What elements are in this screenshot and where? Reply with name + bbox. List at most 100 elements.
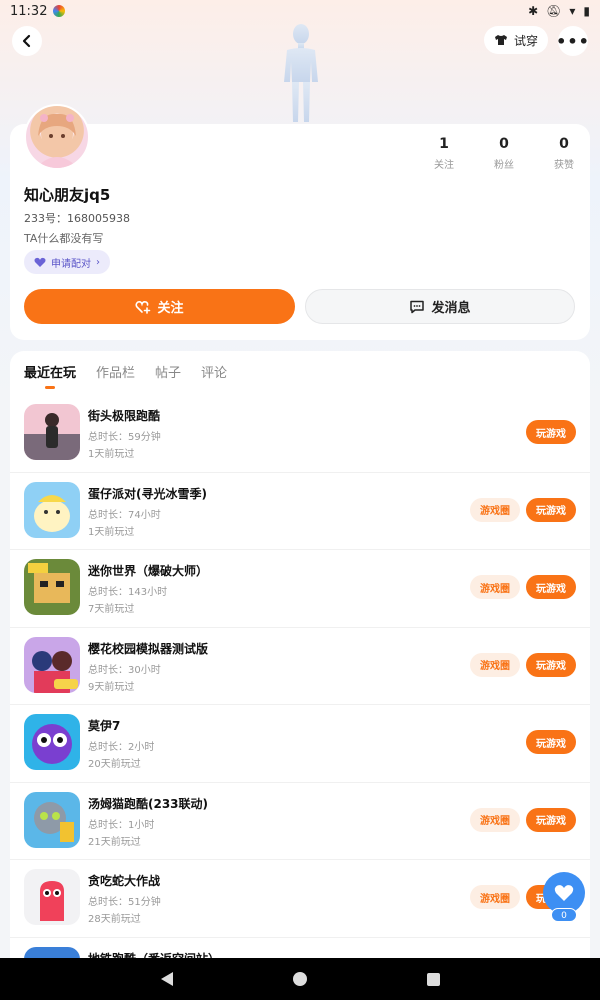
game-name: 樱花校园模拟器测试版	[88, 641, 209, 656]
bluetooth-icon: ✱	[528, 4, 539, 18]
play-game-button[interactable]: 玩游戏	[526, 652, 576, 677]
avatar-illustration	[36, 113, 78, 168]
stat-label: 获赞	[554, 160, 574, 171]
apply-pair-button[interactable]: 申请配对 ›	[24, 250, 110, 274]
game-name: 蛋仔派对(寻光冰雪季)	[88, 486, 207, 501]
like-count-badge: 0	[551, 908, 577, 922]
game-icon-street-parkour	[24, 404, 80, 460]
avatar-3d-figure[interactable]	[270, 22, 332, 124]
apply-pair-label: 申请配对	[51, 258, 91, 270]
stat-following[interactable]: 1 关注	[432, 136, 456, 171]
list-item[interactable]: 贪吃蛇大作战 总时长：51分钟 28天前玩过 游戏圈 玩游戏	[10, 860, 590, 938]
game-name: 莫伊7	[88, 719, 121, 733]
more-button[interactable]: •••	[556, 26, 590, 56]
game-icon-moy-7	[24, 714, 80, 770]
profile-tabs: 最近在玩 作品栏 帖子 评论	[24, 362, 227, 389]
game-duration: 总时长：51分钟	[88, 897, 161, 908]
user-nickname: 知心朋友jq5	[24, 186, 111, 204]
profile-card: 1 关注 0 粉丝 0 获赞 知心朋友jq5 233号：168005938 TA…	[10, 104, 590, 340]
game-circle-button[interactable]: 游戏圈	[470, 575, 520, 599]
user-id: 233号：168005938	[24, 212, 130, 225]
system-nav-bar	[0, 958, 600, 1000]
tab-posts[interactable]: 帖子	[155, 362, 181, 389]
game-last-played: 7天前玩过	[88, 604, 135, 615]
try-on-button[interactable]: 试穿	[483, 26, 548, 54]
shirt-icon	[494, 35, 507, 45]
clock: 11:32	[10, 3, 48, 19]
wifi-icon: ▾	[569, 4, 576, 18]
avatar[interactable]	[24, 104, 90, 170]
nav-home-icon[interactable]	[292, 972, 307, 986]
tab-works[interactable]: 作品栏	[96, 362, 135, 389]
game-duration: 总时长：2小时	[88, 742, 155, 753]
stat-likes[interactable]: 0 获赞	[552, 136, 576, 171]
list-item[interactable]: 蛋仔派对(寻光冰雪季) 总时长：74小时 1天前玩过 游戏圈 玩游戏	[10, 473, 590, 550]
nav-recents-icon[interactable]	[426, 972, 440, 986]
list-item[interactable]: 街头极限跑酷 总时长：59分钟 1天前玩过 玩游戏	[10, 395, 590, 473]
game-last-played: 1天前玩过	[88, 449, 135, 460]
game-name: 迷你世界（爆破大师）	[88, 564, 209, 578]
game-last-played: 28天前玩过	[88, 914, 141, 925]
chevron-left-icon	[22, 34, 31, 48]
game-circle-button[interactable]: 游戏圈	[470, 497, 520, 522]
game-duration: 总时长：30小时	[88, 664, 161, 676]
play-game-button[interactable]: 玩游戏	[526, 730, 576, 754]
game-icon-eggy-party	[24, 481, 80, 538]
game-icon-snake-battle	[24, 869, 80, 925]
stat-value: 0	[499, 136, 509, 152]
game-circle-button[interactable]: 游戏圈	[470, 652, 520, 677]
tab-comments[interactable]: 评论	[201, 362, 227, 389]
game-name: 贪吃蛇大作战	[88, 874, 161, 888]
mute-icon: 🔕︎	[546, 4, 562, 18]
game-duration: 总时长：1小时	[88, 819, 155, 831]
list-item[interactable]: 汤姆猫跑酷(233联动) 总时长：1小时 21天前玩过 游戏圈 玩游戏	[10, 783, 590, 860]
list-item[interactable]: 迷你世界（爆破大师） 总时长：143小时 7天前玩过 游戏圈 玩游戏	[10, 550, 590, 628]
game-last-played: 21天前玩过	[88, 836, 141, 848]
status-icons: ✱ 🔕︎ ▾ ▮	[528, 4, 590, 18]
add-heart-icon	[135, 300, 151, 314]
game-duration: 总时长：74小时	[88, 509, 161, 521]
game-duration: 总时长：59分钟	[88, 432, 161, 443]
list-item[interactable]: 莫伊7 总时长：2小时 20天前玩过 玩游戏	[10, 705, 590, 783]
send-message-button[interactable]: 发消息	[305, 289, 575, 324]
game-duration: 总时长：143小时	[88, 587, 168, 598]
status-bar: 11:32 ✱ 🔕︎ ▾ ▮	[0, 0, 600, 22]
stat-label: 关注	[434, 160, 454, 171]
game-last-played: 1天前玩过	[88, 526, 135, 538]
tab-recent-played[interactable]: 最近在玩	[24, 362, 76, 389]
game-name: 汤姆猫跑酷(233联动)	[88, 796, 209, 811]
nav-back-icon[interactable]	[160, 972, 173, 986]
profile-stats: 1 关注 0 粉丝 0 获赞	[432, 136, 576, 171]
user-bio: TA什么都没有写	[24, 232, 104, 245]
game-icon-talking-tom	[24, 791, 80, 848]
recent-games-list: 街头极限跑酷 总时长：59分钟 1天前玩过 玩游戏 蛋仔派对(寻光冰雪季) 总时…	[10, 395, 590, 971]
follow-button[interactable]: 关注	[24, 289, 295, 324]
chevron-right-icon: ›	[96, 256, 100, 268]
game-icon-sakura-school	[24, 636, 80, 693]
app-notification-icon	[53, 5, 66, 17]
play-game-button[interactable]: 玩游戏	[526, 807, 576, 832]
more-dots-icon: •••	[556, 31, 590, 51]
back-button[interactable]	[12, 26, 42, 56]
play-game-button[interactable]: 玩游戏	[526, 420, 576, 444]
heart-icon	[34, 257, 46, 267]
message-icon	[410, 300, 425, 313]
play-game-button[interactable]: 玩游戏	[526, 575, 576, 599]
game-circle-button[interactable]: 游戏圈	[470, 807, 520, 832]
stat-fans[interactable]: 0 粉丝	[492, 136, 516, 171]
battery-icon: ▮	[583, 4, 590, 18]
follow-label: 关注	[157, 301, 184, 316]
stat-label: 粉丝	[494, 160, 514, 171]
stat-value: 0	[559, 136, 569, 152]
send-message-label: 发消息	[431, 301, 471, 316]
game-circle-button[interactable]: 游戏圈	[470, 885, 520, 909]
game-name: 街头极限跑酷	[88, 409, 161, 423]
game-last-played: 9天前玩过	[88, 681, 135, 693]
content-card: 最近在玩 作品栏 帖子 评论 街头极限跑酷 总时长：59分钟 1天前玩过 玩游戏…	[10, 351, 590, 971]
list-item[interactable]: 樱花校园模拟器测试版 总时长：30小时 9天前玩过 游戏圈 玩游戏	[10, 628, 590, 705]
try-on-label: 试穿	[513, 33, 538, 48]
play-game-button[interactable]: 玩游戏	[526, 497, 576, 522]
game-last-played: 20天前玩过	[88, 759, 141, 770]
stat-value: 1	[439, 136, 449, 152]
game-icon-mini-world	[24, 559, 80, 615]
